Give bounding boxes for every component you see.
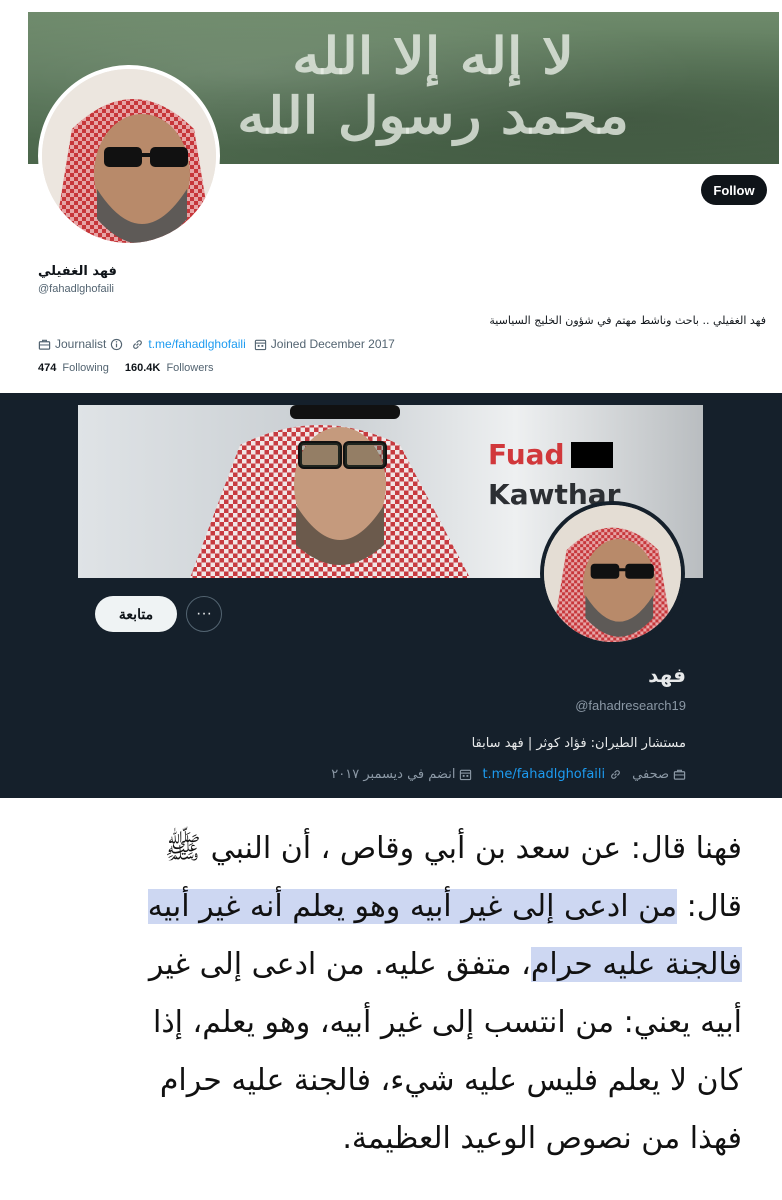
- follow-button[interactable]: متابعة: [95, 596, 177, 632]
- joined-item: Joined December 2017: [254, 337, 395, 351]
- profile-light-panel: لا إله إلا الله محمد رسول الله Follow فه…: [0, 0, 782, 392]
- follow-stats: 474 Following 160.4K Followers: [38, 362, 214, 374]
- redaction-box: [570, 442, 613, 468]
- profile-meta: صحفي t.me/fahadlghofaili انضم في ديسمبر …: [331, 767, 686, 782]
- briefcase-icon: [673, 769, 686, 780]
- joined-date: Joined December 2017: [270, 337, 395, 351]
- profile-dark-panel: Fuad Kawthar متابعة ··· فهد @fahadresear…: [0, 393, 782, 798]
- more-options-button[interactable]: ···: [186, 596, 222, 632]
- text-line: قال: من ادعى إلى غير أبيه وهو يعلم أنه غ…: [0, 878, 742, 936]
- text-line-prefix: قال:: [677, 889, 742, 924]
- joined-date: انضم في ديسمبر ٢٠١٧: [331, 767, 456, 782]
- category-label: Journalist: [55, 337, 107, 351]
- profile-link[interactable]: t.me/fahadlghofaili: [148, 337, 245, 351]
- text-line-suffix: ، متفق عليه. من ادعى إلى غير: [148, 947, 531, 982]
- avatar[interactable]: [540, 501, 685, 646]
- avatar[interactable]: [38, 65, 220, 247]
- username-handle: @fahadlghofaili: [38, 283, 114, 295]
- followers-label: Followers: [166, 362, 214, 374]
- bio-text: فهد الغفيلي .. باحث وناشط مهتم في شؤون ا…: [489, 314, 766, 327]
- following-stat[interactable]: 474 Following: [38, 362, 109, 374]
- banner-name-line1: Fuad: [488, 438, 565, 471]
- text-line: فهنا قال: عن سعد بن أبي وقاص ، أن النبي …: [164, 831, 742, 866]
- category-label: صحفي: [632, 767, 669, 782]
- joined-item: انضم في ديسمبر ٢٠١٧: [331, 767, 472, 782]
- display-name: فهد الغفيلي: [38, 264, 117, 279]
- following-count: 474: [38, 362, 57, 374]
- banner-title: Fuad Kawthar: [488, 435, 688, 515]
- category-item: صحفي: [632, 767, 686, 782]
- highlighted-text: من ادعى إلى غير أبيه وهو يعلم أنه غير أب…: [147, 889, 678, 924]
- calendar-icon: [254, 339, 266, 350]
- followers-stat[interactable]: 160.4K Followers: [125, 362, 214, 374]
- followers-count: 160.4K: [124, 362, 161, 374]
- calendar-icon: [460, 769, 472, 781]
- banner-portrait: [190, 405, 470, 578]
- link-item[interactable]: t.me/fahadlghofaili: [482, 767, 622, 782]
- profile-meta: Journalist t.me/fahadlghofaili Joined De…: [38, 337, 395, 351]
- briefcase-icon: [38, 339, 51, 350]
- username-handle: @fahadresearch19: [575, 698, 686, 713]
- category-item: Journalist: [38, 337, 123, 351]
- bio-text: مستشار الطيران: فؤاد كوثر | فهد سابقا: [471, 736, 686, 751]
- link-icon: [133, 339, 143, 349]
- profile-link[interactable]: t.me/fahadlghofaili: [482, 767, 605, 782]
- text-line: فالجنة عليه حرام، متفق عليه. من ادعى إلى…: [0, 936, 742, 994]
- following-label: Following: [62, 362, 109, 374]
- info-icon[interactable]: [110, 338, 123, 351]
- banner-calligraphy: لا إله إلا الله محمد رسول الله: [237, 26, 629, 146]
- link-item[interactable]: t.me/fahadlghofaili: [131, 337, 246, 351]
- text-line: كان لا يعلم فليس عليه شيء، فالجنة عليه ح…: [159, 1063, 742, 1098]
- text-line: أبيه يعني: من انتسب إلى غير أبيه، وهو يع…: [152, 1005, 742, 1040]
- article-text-panel: فهنا قال: عن سعد بن أبي وقاص ، أن النبي …: [0, 798, 782, 1200]
- follow-button[interactable]: Follow: [701, 175, 767, 205]
- display-name: فهد: [648, 663, 686, 687]
- highlighted-text: فالجنة عليه حرام: [530, 947, 742, 982]
- link-icon: [611, 770, 621, 779]
- text-line: فهذا من نصوص الوعيد العظيمة.: [342, 1121, 742, 1156]
